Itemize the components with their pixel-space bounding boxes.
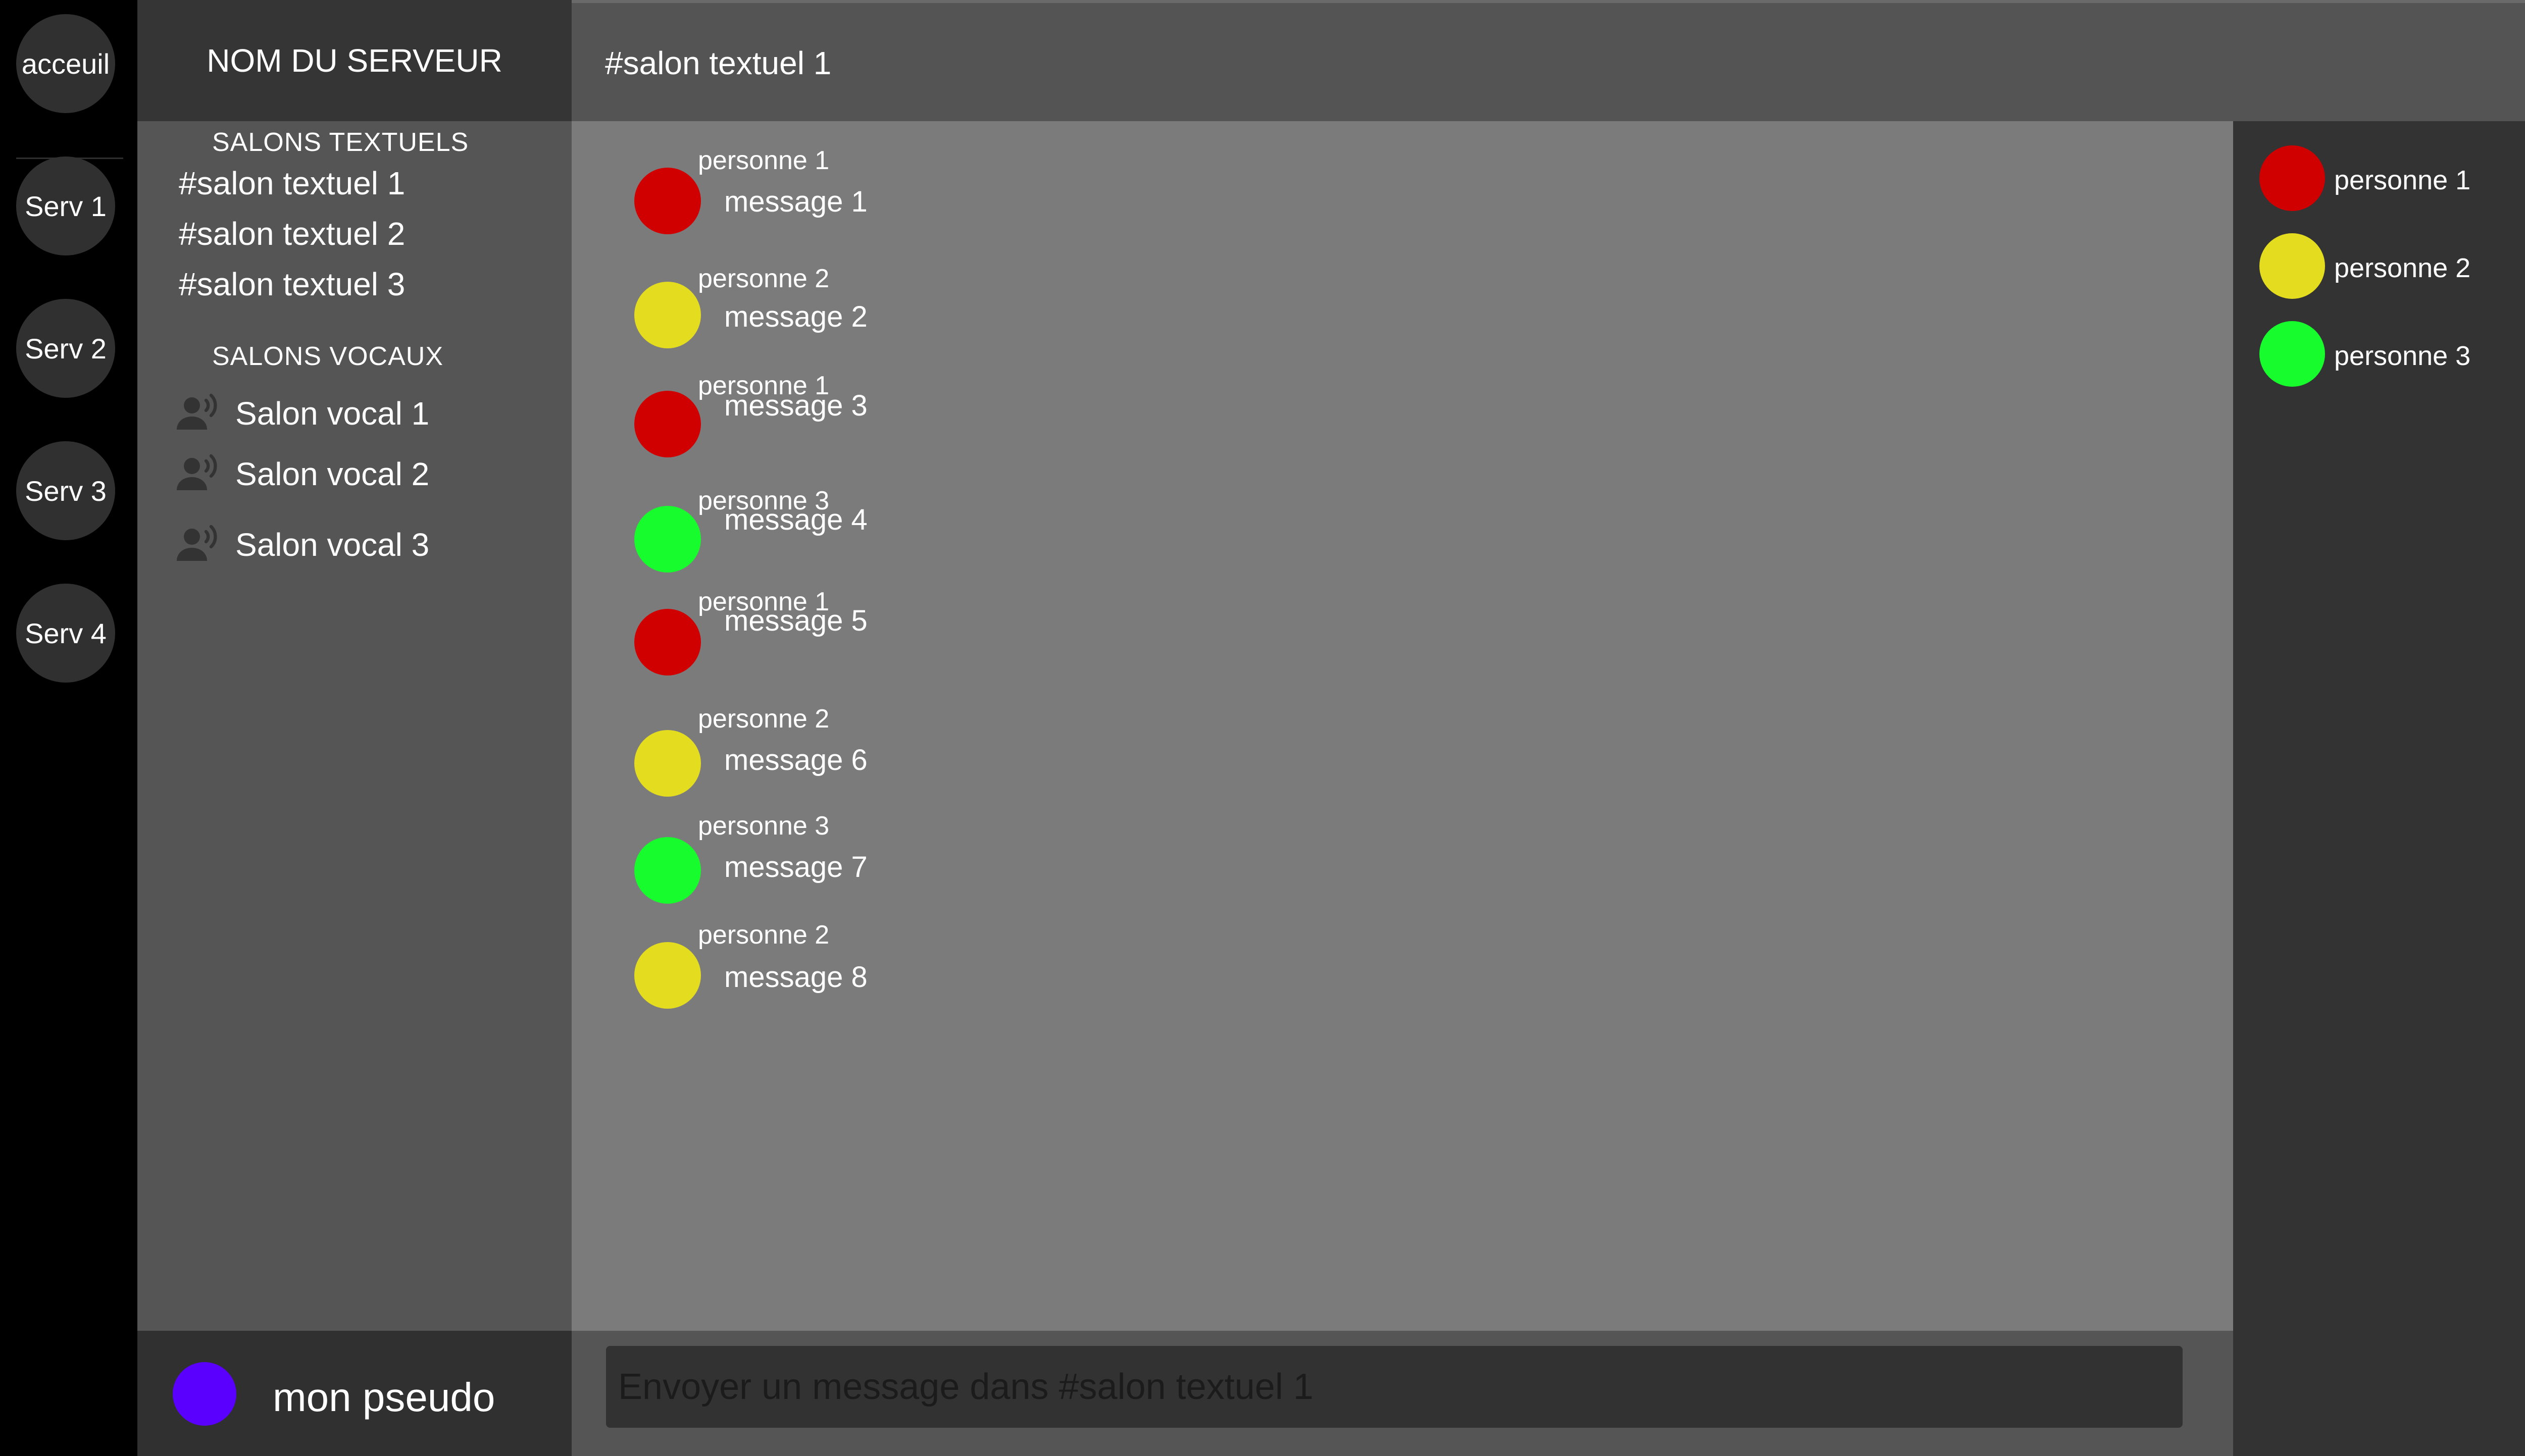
member-name: personne 2 <box>2334 253 2471 283</box>
server-rail: acceuil Serv 1 Serv 2 Serv 3 Serv 4 <box>0 0 137 1456</box>
channel-header: #salon textuel 1 <box>572 0 2525 121</box>
server-name-header[interactable]: NOM DU SERVEUR <box>137 0 572 121</box>
message-avatar[interactable] <box>634 282 701 348</box>
server-button-4[interactable]: Serv 4 <box>16 584 115 683</box>
voice-user-icon <box>177 454 217 490</box>
message-input[interactable] <box>606 1346 2183 1428</box>
member-name: personne 1 <box>2334 165 2471 195</box>
message-text: message 6 <box>724 744 868 776</box>
voice-user-icon <box>177 393 217 430</box>
voice-channel-label: Salon vocal 3 <box>235 527 430 563</box>
member-avatar <box>2259 321 2325 387</box>
message-item: personne 2 message 2 <box>634 264 1240 348</box>
channel-title: #salon textuel 1 <box>605 45 832 81</box>
message-avatar[interactable] <box>634 168 701 234</box>
message-item: personne 3 message 7 <box>634 811 1240 904</box>
composer-bar <box>572 1331 2233 1456</box>
server-button-2[interactable]: Serv 2 <box>16 299 115 398</box>
message-text: message 5 <box>724 604 868 637</box>
message-item: personne 1 message 1 <box>634 145 1240 234</box>
message-item: personne 1 message 3 <box>634 371 1240 457</box>
voice-channel-2[interactable]: Salon vocal 2 <box>174 446 429 502</box>
text-channel-1[interactable]: #salon textuel 1 <box>179 165 405 202</box>
member-avatar <box>2259 233 2325 299</box>
member-name: personne 3 <box>2334 341 2471 371</box>
voice-user-icon <box>177 525 217 561</box>
message-author[interactable]: personne 2 <box>698 264 829 294</box>
voice-channel-3[interactable]: Salon vocal 3 <box>174 517 429 573</box>
home-button[interactable]: acceuil <box>16 14 115 113</box>
voice-channel-label: Salon vocal 2 <box>235 456 430 492</box>
text-channels-section-title: SALONS TEXTUELS <box>212 128 469 157</box>
message-item: personne 2 message 6 <box>634 704 1240 797</box>
message-item: personne 1 message 5 <box>634 587 1240 675</box>
message-avatar[interactable] <box>634 730 701 797</box>
message-text: message 2 <box>724 300 868 333</box>
user-panel: mon pseudo <box>137 1331 572 1456</box>
voice-channel-label: Salon vocal 1 <box>235 395 430 432</box>
message-avatar[interactable] <box>634 609 701 675</box>
message-text: message 3 <box>724 389 868 422</box>
text-channel-3[interactable]: #salon textuel 3 <box>179 266 405 303</box>
username[interactable]: mon pseudo <box>273 1374 495 1421</box>
voice-channels-section-title: SALONS VOCAUX <box>212 342 444 371</box>
message-text: message 1 <box>724 185 868 218</box>
channel-sidebar: NOM DU SERVEUR SALONS TEXTUELS #salon te… <box>137 0 572 1456</box>
message-author[interactable]: personne 1 <box>698 145 829 176</box>
message-item: personne 2 message 8 <box>634 920 1240 1009</box>
text-channel-2[interactable]: #salon textuel 2 <box>179 215 405 252</box>
member-item[interactable]: personne 2 <box>2259 233 2525 300</box>
message-author[interactable]: personne 2 <box>698 704 829 734</box>
member-item[interactable]: personne 3 <box>2259 321 2525 388</box>
member-avatar <box>2259 145 2325 211</box>
message-text: message 7 <box>724 851 868 883</box>
voice-channel-1[interactable]: Salon vocal 1 <box>174 386 429 441</box>
server-button-1[interactable]: Serv 1 <box>16 157 115 255</box>
message-list: personne 1 message 1 personne 2 message … <box>572 121 2233 1331</box>
message-text: message 8 <box>724 961 868 994</box>
message-author[interactable]: personne 3 <box>698 811 829 841</box>
message-avatar[interactable] <box>634 506 701 573</box>
message-avatar[interactable] <box>634 942 701 1009</box>
message-author[interactable]: personne 2 <box>698 920 829 950</box>
message-avatar[interactable] <box>634 837 701 904</box>
member-list: personne 1 personne 2 personne 3 <box>2233 121 2525 1456</box>
member-item[interactable]: personne 1 <box>2259 145 2525 212</box>
message-item: personne 3 message 4 <box>634 486 1240 573</box>
message-text: message 4 <box>724 503 868 536</box>
server-button-3[interactable]: Serv 3 <box>16 441 115 540</box>
user-avatar[interactable] <box>173 1362 236 1426</box>
message-avatar[interactable] <box>634 391 701 457</box>
